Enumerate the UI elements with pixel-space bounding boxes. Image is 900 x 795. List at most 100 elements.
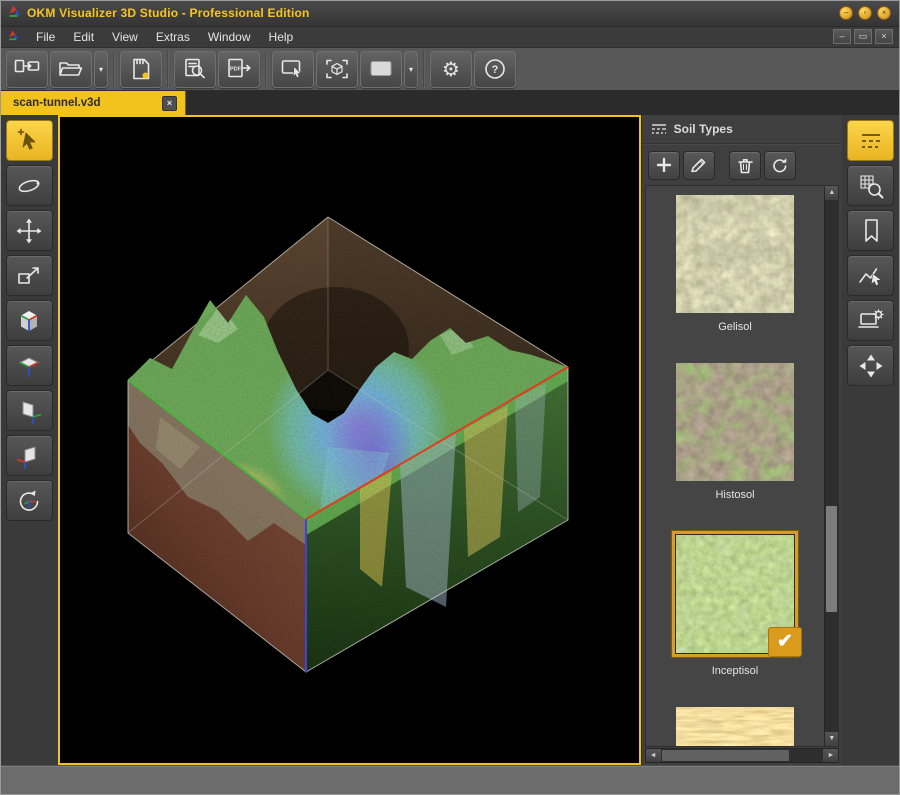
add-soil-button[interactable] xyxy=(647,150,680,180)
tab-scan-tunnel[interactable]: scan-tunnel.v3d × xyxy=(1,91,186,116)
pdf-export-icon: PDF xyxy=(228,59,251,78)
document-tabbar: scan-tunnel.v3d × xyxy=(1,91,899,116)
print-preview-button[interactable] xyxy=(174,50,216,88)
soil-types-icon xyxy=(861,133,880,148)
menu-help[interactable]: Help xyxy=(260,28,303,46)
menu-extras[interactable]: Extras xyxy=(147,28,199,46)
navigation-pad-tool[interactable] xyxy=(847,345,895,387)
front-view-tool[interactable] xyxy=(5,435,53,477)
close-button[interactable]: × xyxy=(877,6,891,21)
soil-label: Inceptisol xyxy=(711,665,759,678)
trash-icon xyxy=(737,159,753,174)
toolbar-separator xyxy=(265,50,267,89)
main-toolbar: ▾ PDF ▾ ⚙ ? xyxy=(1,48,899,92)
background-color-dropdown[interactable]: ▾ xyxy=(404,50,418,88)
orbit-icon xyxy=(18,179,41,193)
scroll-down-icon[interactable]: ▼ xyxy=(825,732,839,747)
pan-move-tool[interactable] xyxy=(5,210,53,252)
soil-types-tool[interactable] xyxy=(847,120,895,162)
maximize-button[interactable]: ▫ xyxy=(858,6,872,21)
soil-thumbnail[interactable] xyxy=(676,363,794,482)
new-scan-button[interactable] xyxy=(6,50,48,88)
soil-label: Histosol xyxy=(715,489,755,502)
orbit-rotate-tool[interactable] xyxy=(5,165,53,207)
gelisol-texture xyxy=(676,195,794,314)
menu-edit[interactable]: Edit xyxy=(64,28,103,46)
settings-button[interactable]: ⚙ xyxy=(430,50,472,88)
soil-panel-header: Soil Types xyxy=(642,115,843,143)
soil-label: Gelisol xyxy=(718,321,752,334)
select-pointer-tool[interactable] xyxy=(5,120,53,162)
soil-type-list: Gelisol Histosol ✔ Inceptisol ▲ ▼ xyxy=(644,185,840,748)
svg-text:⚙: ⚙ xyxy=(442,57,460,81)
help-icon: ? xyxy=(485,59,505,80)
menu-window[interactable]: Window xyxy=(199,28,260,46)
scroll-left-icon[interactable]: ◄ xyxy=(645,749,661,763)
top-view-tool[interactable] xyxy=(5,345,53,387)
horizontal-scroll-track[interactable] xyxy=(661,749,824,762)
straw-texture xyxy=(676,707,794,747)
reset-rotation-tool[interactable] xyxy=(5,480,53,522)
laptop-gear-icon xyxy=(857,309,884,328)
zoom-resize-tool[interactable] xyxy=(5,255,53,297)
device-settings-tool[interactable] xyxy=(847,300,895,342)
grid-search-icon xyxy=(860,175,884,199)
background-color-button[interactable] xyxy=(360,50,402,88)
cube-brackets-icon xyxy=(326,60,348,79)
soil-actions-toolbar xyxy=(642,145,843,185)
side-view-tool[interactable] xyxy=(5,390,53,432)
horizontal-scroll-thumb[interactable] xyxy=(661,750,789,762)
soil-item-histosol[interactable]: Histosol xyxy=(676,363,794,505)
bookmarks-tool[interactable] xyxy=(847,210,895,252)
doc-restore-button[interactable]: ▭ xyxy=(854,29,872,45)
minimize-button[interactable]: – xyxy=(839,6,853,21)
toolbar-separator xyxy=(167,50,169,89)
soil-item-partial[interactable] xyxy=(676,707,794,747)
left-tool-column xyxy=(1,115,58,766)
refresh-soil-button[interactable] xyxy=(763,150,796,180)
signal-analysis-tool[interactable] xyxy=(847,255,895,297)
tab-close-icon[interactable]: × xyxy=(162,95,177,111)
svg-text:▾: ▾ xyxy=(99,65,103,74)
soil-item-inceptisol[interactable]: ✔ Inceptisol xyxy=(671,530,802,681)
help-button[interactable]: ? xyxy=(474,50,516,88)
soil-thumbnail-selected[interactable]: ✔ xyxy=(671,530,802,659)
histosol-texture xyxy=(676,363,794,482)
move-arrows-icon xyxy=(16,218,42,244)
open-file-dropdown[interactable]: ▾ xyxy=(94,50,108,88)
iso-cube-icon xyxy=(20,310,38,331)
top-view-icon xyxy=(19,357,40,377)
horizontal-scrollbar[interactable]: ◄ ► xyxy=(644,748,840,764)
export-pdf-button[interactable]: PDF xyxy=(218,50,260,88)
open-file-button[interactable] xyxy=(50,50,92,88)
plus-icon xyxy=(656,158,671,173)
3d-viewport[interactable] xyxy=(57,115,641,766)
soil-item-gelisol[interactable]: Gelisol xyxy=(676,195,794,337)
soil-thumbnail[interactable] xyxy=(676,707,794,747)
doc-close-button[interactable]: × xyxy=(875,29,893,45)
scroll-right-icon[interactable]: ► xyxy=(823,749,839,763)
refresh-icon xyxy=(772,158,787,173)
right-tool-column xyxy=(842,115,899,766)
document-logo-icon xyxy=(7,28,19,46)
vertical-scroll-thumb[interactable] xyxy=(826,505,838,613)
bookmark-icon xyxy=(864,219,878,242)
menu-file[interactable]: File xyxy=(27,28,64,46)
resize-icon xyxy=(18,267,40,284)
fit-3d-view-button[interactable] xyxy=(316,50,358,88)
isometric-view-tool[interactable] xyxy=(5,300,53,342)
edit-soil-button[interactable] xyxy=(682,150,715,180)
new-scan-icon xyxy=(14,60,40,73)
app-window: OKM Visualizer 3D Studio - Professional … xyxy=(0,0,900,795)
delete-soil-button[interactable] xyxy=(728,150,761,180)
soil-thumbnail[interactable] xyxy=(676,195,794,314)
save-scan-button[interactable] xyxy=(120,50,162,88)
menu-view[interactable]: View xyxy=(103,28,147,46)
vertical-scrollbar[interactable]: ▲ ▼ xyxy=(824,186,839,747)
save-card-icon xyxy=(133,59,150,80)
grid-search-tool[interactable] xyxy=(847,165,895,207)
svg-text:?: ? xyxy=(492,64,499,76)
scroll-up-icon[interactable]: ▲ xyxy=(825,186,839,201)
doc-minimize-button[interactable]: – xyxy=(833,29,851,45)
remote-screen-button[interactable] xyxy=(272,50,314,88)
